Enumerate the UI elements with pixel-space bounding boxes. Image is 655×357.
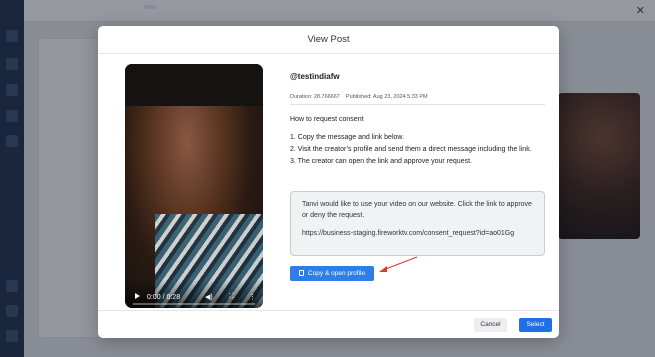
consent-link: https://business-staging.fireworktv.com/…	[302, 230, 515, 237]
video-controls: 0:00 / 0:28 ◀) ⛶ ⋮	[125, 280, 263, 308]
cancel-button[interactable]: Cancel	[474, 318, 507, 332]
post-meta: Duration: 28.766667 Published: Aug 23, 2…	[290, 94, 545, 105]
published-value: Aug 23, 2024 5:33 PM	[372, 94, 428, 100]
consent-step: 3. The creator can open the link and app…	[290, 158, 472, 165]
consent-steps: 1. Copy the message and link below. 2. V…	[290, 132, 545, 168]
fullscreen-icon[interactable]: ⛶	[229, 293, 234, 301]
consent-step: 1. Copy the message and link below.	[290, 134, 405, 141]
play-icon[interactable]	[135, 293, 140, 299]
consent-heading: How to request consent	[290, 116, 364, 123]
video-frame-top	[125, 64, 263, 106]
consent-message-box[interactable]: Tanvi would like to use your video on ou…	[290, 191, 545, 256]
more-options-icon[interactable]: ⋮	[249, 293, 256, 301]
duration-label: Duration:	[290, 94, 313, 100]
volume-icon[interactable]: ◀)	[205, 293, 213, 301]
view-post-modal: View Post 0:00 / 0:28 ◀) ⛶ ⋮ @testindiaf…	[98, 26, 559, 338]
modal-footer: Cancel Select	[98, 310, 559, 338]
published-label: Published:	[345, 94, 372, 100]
consent-message-text: Tanvi would like to use your video on ou…	[302, 201, 532, 219]
video-progress-bar[interactable]	[133, 303, 255, 305]
modal-header: View Post	[98, 26, 559, 54]
modal-title: View Post	[307, 34, 350, 45]
copy-icon	[299, 270, 304, 276]
post-info: @testindiafw Duration: 28.766667 Publish…	[290, 72, 545, 165]
consent-step: 2. Visit the creator’s profile and send …	[290, 146, 532, 153]
annotation-arrow	[379, 256, 418, 272]
select-button[interactable]: Select	[519, 318, 552, 332]
copy-button-label: Copy & open profile	[308, 270, 366, 277]
copy-open-profile-button[interactable]: Copy & open profile	[290, 266, 374, 281]
duration-value: 28.766667	[313, 94, 340, 100]
video-time: 0:00 / 0:28	[147, 294, 181, 301]
creator-handle: @testindiafw	[290, 72, 340, 81]
video-player[interactable]: 0:00 / 0:28 ◀) ⛶ ⋮	[125, 64, 263, 308]
